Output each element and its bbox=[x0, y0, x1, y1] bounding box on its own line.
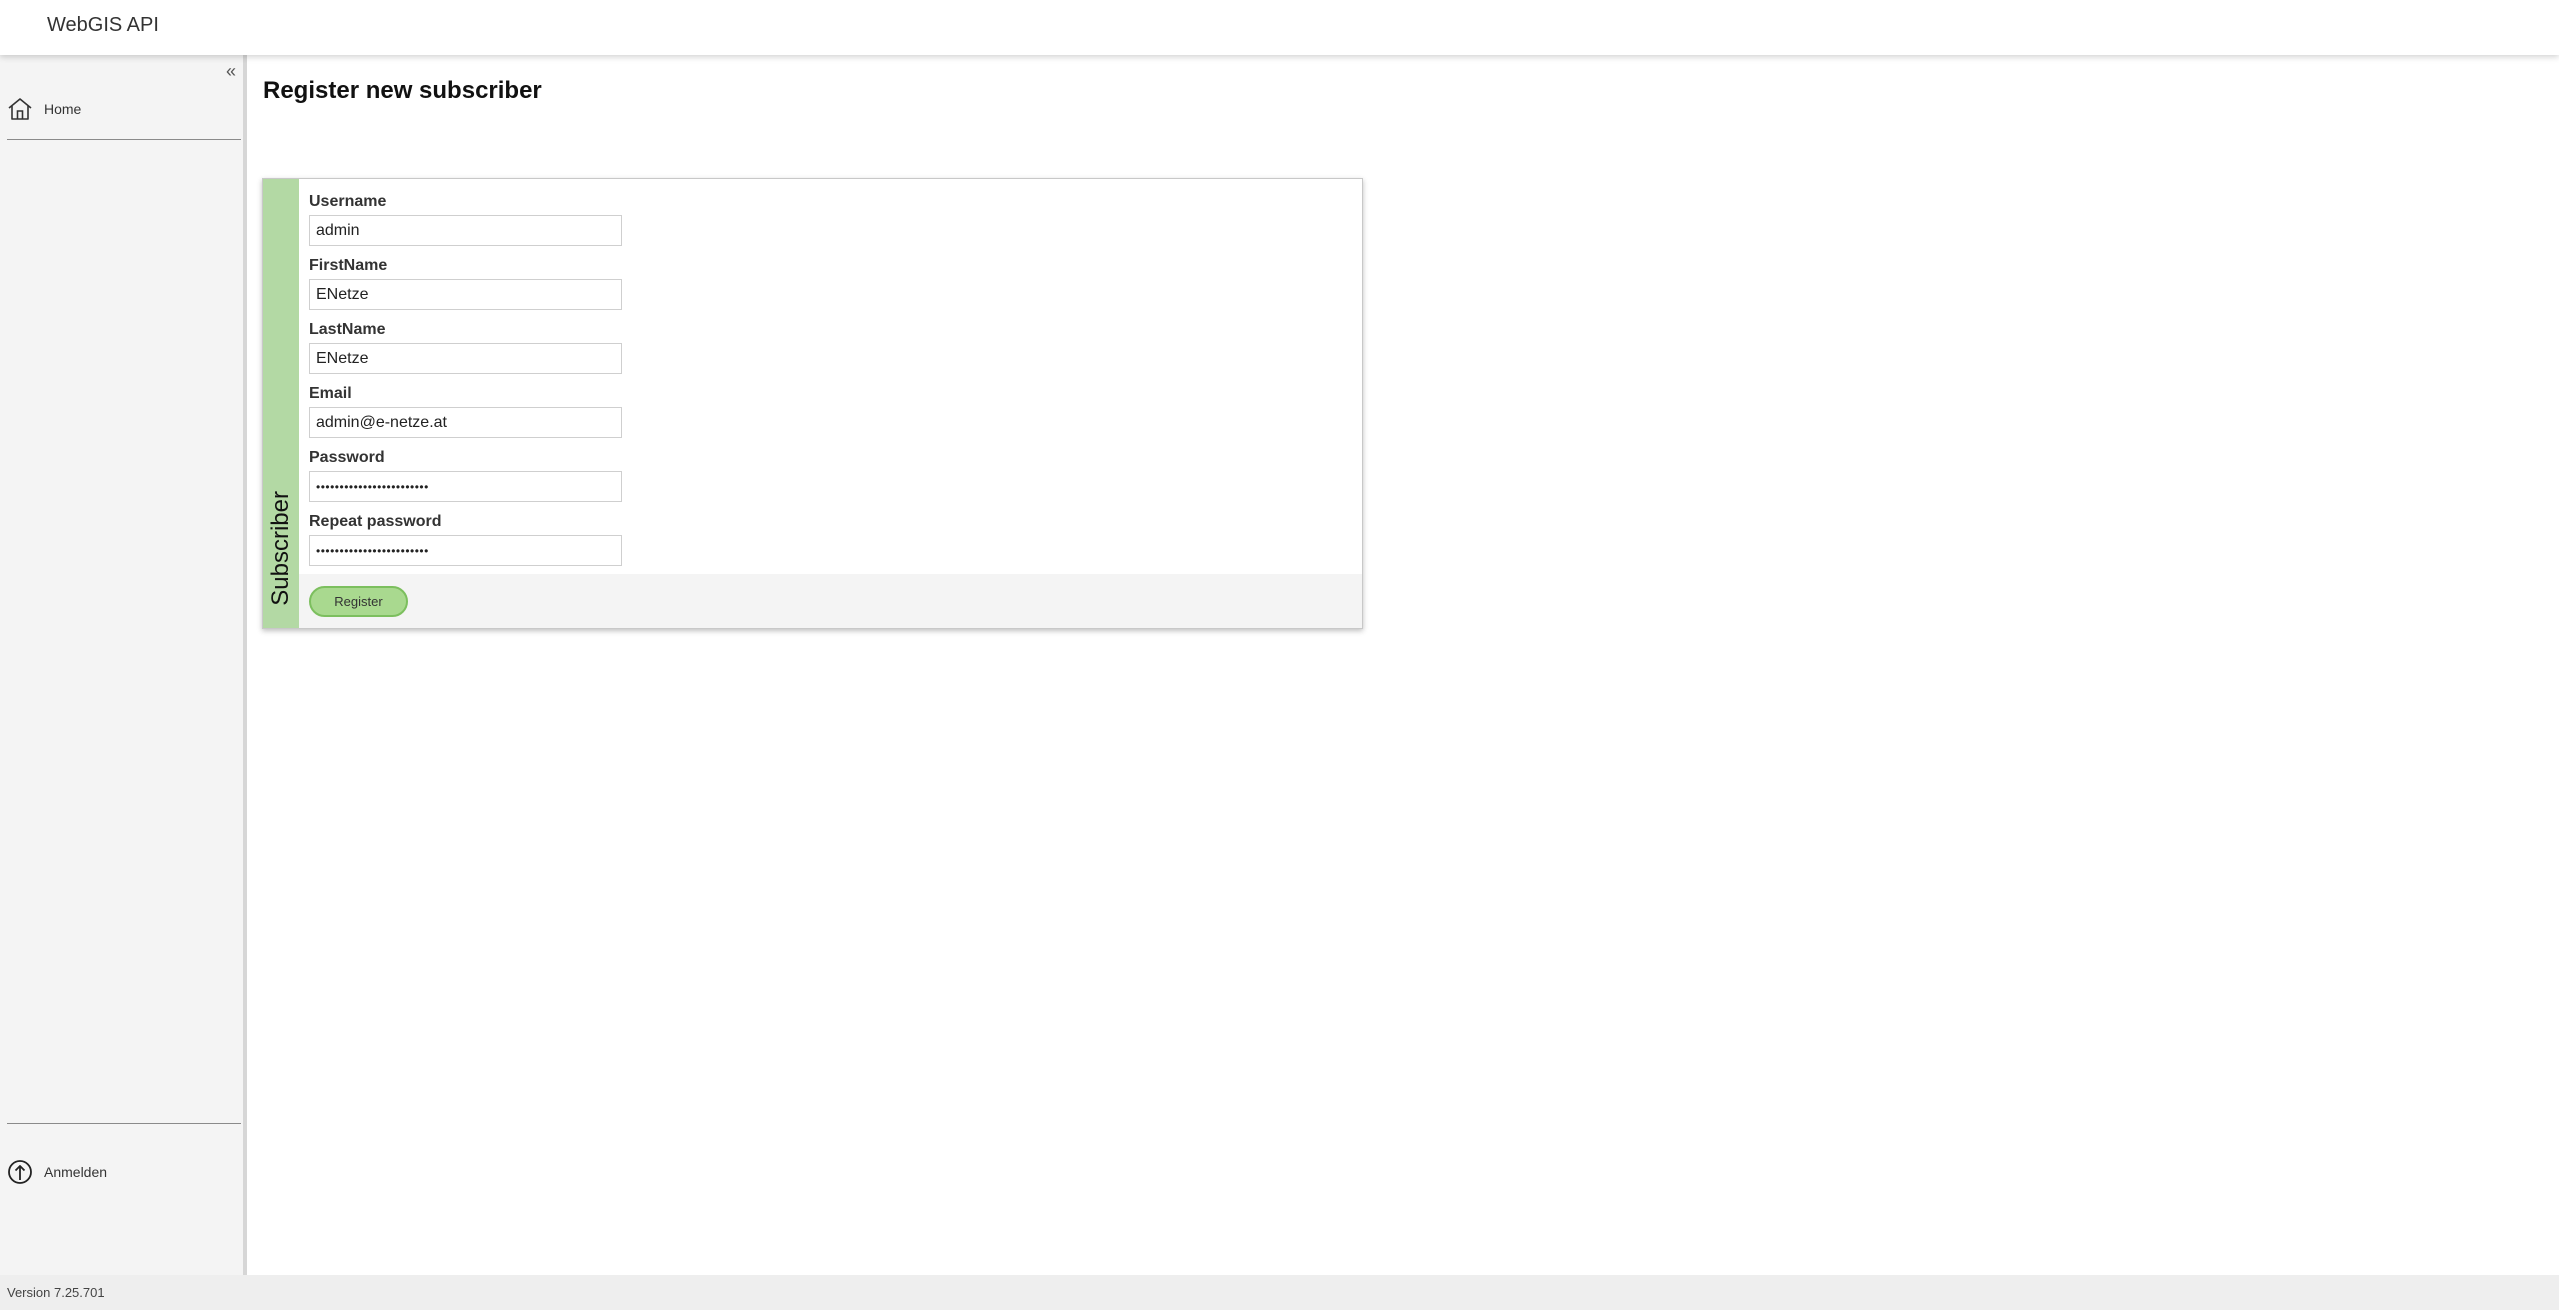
repeat-password-label: Repeat password bbox=[309, 513, 442, 530]
sidebar-item-label: Home bbox=[44, 101, 82, 117]
firstname-input[interactable] bbox=[309, 279, 622, 310]
password-label: Password bbox=[309, 449, 385, 466]
email-group: Email bbox=[309, 383, 622, 438]
collapse-sidebar-button[interactable]: « bbox=[222, 61, 240, 81]
email-input[interactable] bbox=[309, 407, 622, 438]
section-label: Subscriber bbox=[267, 491, 294, 606]
username-label: Username bbox=[309, 193, 387, 210]
section-tab: Subscriber bbox=[263, 179, 299, 628]
username-group: Username bbox=[309, 191, 622, 246]
app-title: WebGIS API bbox=[47, 14, 159, 36]
lastname-label: LastName bbox=[309, 321, 386, 338]
email-label: Email bbox=[309, 385, 352, 402]
top-header: WebGIS API bbox=[0, 0, 2559, 55]
page-title: Register new subscriber bbox=[263, 77, 542, 104]
form-fields: Username FirstName LastName Email Passwo… bbox=[299, 179, 1362, 574]
form-actions: Register bbox=[299, 574, 1362, 628]
password-input[interactable] bbox=[309, 471, 622, 502]
password-group: Password bbox=[309, 447, 622, 502]
sidebar-divider bbox=[7, 1123, 241, 1124]
firstname-label: FirstName bbox=[309, 257, 388, 274]
lastname-group: LastName bbox=[309, 319, 622, 374]
sidebar-divider bbox=[7, 139, 241, 140]
footer: Version 7.25.701 bbox=[0, 1275, 2559, 1310]
login-icon bbox=[6, 1158, 34, 1186]
sidebar-item-label: Anmelden bbox=[44, 1164, 108, 1180]
lastname-input[interactable] bbox=[309, 343, 622, 374]
repeat-password-group: Repeat password bbox=[309, 511, 622, 566]
repeat-password-input[interactable] bbox=[309, 535, 622, 566]
version-label: Version 7.25.701 bbox=[7, 1285, 105, 1300]
home-icon bbox=[6, 95, 34, 123]
username-input[interactable] bbox=[309, 215, 622, 246]
sidebar-item-home[interactable]: Home bbox=[6, 93, 81, 125]
sidebar-item-anmelden[interactable]: Anmelden bbox=[6, 1156, 107, 1188]
firstname-group: FirstName bbox=[309, 255, 622, 310]
register-button[interactable]: Register bbox=[309, 586, 408, 617]
subscriber-form-card: Subscriber Username FirstName LastName E… bbox=[262, 178, 1363, 629]
sidebar: « Home Anmelden bbox=[0, 55, 247, 1275]
